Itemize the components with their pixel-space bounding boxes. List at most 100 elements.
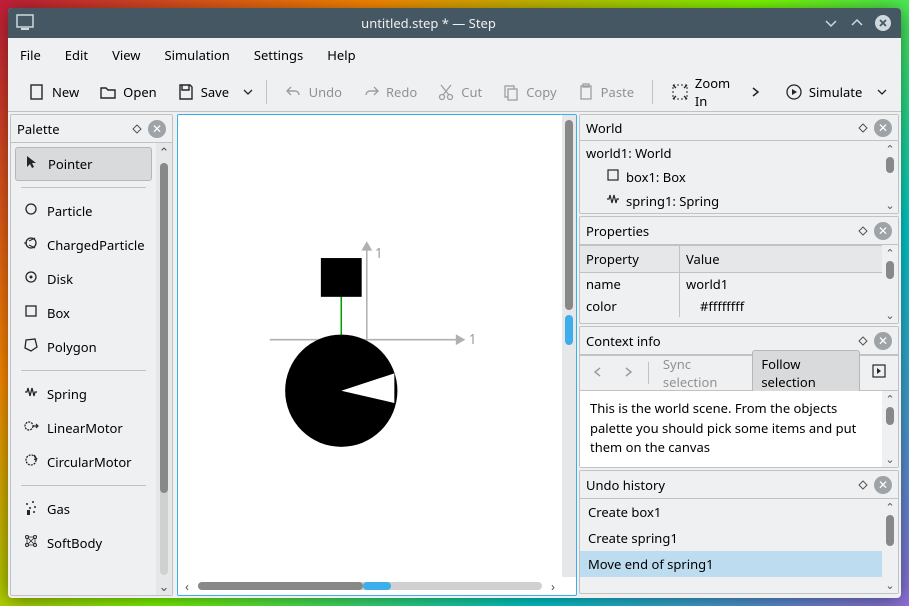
menu-settings[interactable]: Settings: [254, 46, 303, 64]
palette-item-soft-body[interactable]: SoftBody: [15, 526, 152, 560]
scroll-thumb-highlight[interactable]: [565, 315, 573, 345]
menu-view[interactable]: View: [112, 46, 140, 64]
simulate-button[interactable]: Simulate: [777, 79, 870, 105]
panel-close-icon[interactable]: ✕: [874, 222, 892, 240]
scroll-thumb[interactable]: [198, 582, 363, 590]
panel-close-icon[interactable]: ✕: [874, 476, 892, 494]
context-scrollbar[interactable]: ⌃ ⌄: [882, 391, 898, 467]
menu-simulation[interactable]: Simulation: [165, 46, 230, 64]
right-panels: World ✕ world1: World box1: Box spring1:: [579, 114, 899, 596]
panel-float-icon[interactable]: [854, 222, 872, 240]
box-icon: [23, 303, 39, 323]
scroll-left-icon[interactable]: ‹: [178, 577, 196, 595]
scroll-down-icon[interactable]: ⌄: [882, 307, 898, 323]
redo-button[interactable]: Redo: [354, 79, 425, 105]
world-scrollbar[interactable]: ⌃ ⌄: [882, 141, 898, 213]
scroll-thumb[interactable]: [565, 120, 573, 310]
scroll-down-icon[interactable]: ⌄: [882, 197, 898, 213]
undo-item[interactable]: Move end of spring1: [580, 551, 882, 577]
follow-selection-button[interactable]: Follow selection: [752, 350, 860, 396]
palette-item-disk[interactable]: Disk: [15, 262, 152, 296]
save-label: Save: [201, 83, 229, 101]
scroll-up-icon[interactable]: ⌃: [882, 499, 898, 515]
scroll-down-icon[interactable]: ⌄: [882, 577, 898, 593]
menu-help[interactable]: Help: [327, 46, 355, 64]
copy-button[interactable]: Copy: [494, 79, 564, 105]
titlebar[interactable]: untitled.step * — Step: [8, 8, 901, 38]
toolbar-overflow-icon[interactable]: [748, 83, 763, 101]
column-value[interactable]: Value: [680, 246, 882, 272]
property-row[interactable]: color #ffffffff: [580, 295, 882, 317]
canvas-content[interactable]: 1 1: [178, 115, 576, 595]
paste-label: Paste: [601, 83, 634, 101]
sync-selection-button[interactable]: Sync selection: [655, 351, 750, 395]
canvas-vertical-scrollbar[interactable]: [562, 115, 576, 577]
panel-float-icon[interactable]: [128, 120, 146, 138]
scroll-up-icon[interactable]: ⌃: [882, 245, 898, 261]
close-button[interactable]: [873, 13, 893, 33]
palette-header[interactable]: Palette ✕: [11, 115, 172, 143]
property-value[interactable]: #ffffffff: [680, 295, 882, 317]
palette-item-charged-particle[interactable]: ChargedParticle: [15, 228, 152, 262]
context-forward-button[interactable]: [614, 360, 642, 386]
palette-item-gas[interactable]: Gas: [15, 492, 152, 526]
undo-button[interactable]: Undo: [277, 79, 350, 105]
column-property[interactable]: Property: [580, 246, 680, 272]
panel-close-icon[interactable]: ✕: [874, 119, 892, 137]
cut-button[interactable]: Cut: [429, 79, 490, 105]
scroll-up-icon[interactable]: ⌃: [882, 141, 898, 157]
menu-file[interactable]: File: [20, 46, 41, 64]
property-value[interactable]: world1: [680, 273, 882, 295]
panel-float-icon[interactable]: [854, 476, 872, 494]
palette-item-polygon[interactable]: Polygon: [15, 330, 152, 364]
palette-item-particle[interactable]: Particle: [15, 194, 152, 228]
properties-scrollbar[interactable]: ⌃ ⌄: [882, 245, 898, 323]
palette-item-circular-motor[interactable]: CircularMotor: [15, 445, 152, 479]
minimize-button[interactable]: [821, 13, 841, 33]
palette-item-box[interactable]: Box: [15, 296, 152, 330]
undo-header[interactable]: Undo history ✕: [580, 471, 898, 499]
tree-item-spring[interactable]: spring1: Spring: [580, 189, 882, 213]
disk-object[interactable]: [285, 335, 397, 447]
scroll-thumb-highlight[interactable]: [363, 582, 391, 590]
box-object[interactable]: [321, 258, 362, 297]
palette-item-linear-motor[interactable]: LinearMotor: [15, 411, 152, 445]
tree-item-box[interactable]: box1: Box: [580, 165, 882, 189]
scroll-down-icon[interactable]: ⌄: [156, 577, 172, 595]
canvas-horizontal-scrollbar[interactable]: ‹ ›: [178, 577, 562, 595]
panel-close-icon[interactable]: ✕: [874, 332, 892, 350]
canvas[interactable]: 1 1 ‹: [177, 114, 577, 596]
panel-close-icon[interactable]: ✕: [148, 120, 166, 138]
context-execute-button[interactable]: [864, 360, 894, 386]
menu-edit[interactable]: Edit: [65, 46, 88, 64]
scroll-up-icon[interactable]: ⌃: [882, 391, 898, 407]
scroll-thumb[interactable]: [160, 163, 168, 493]
save-dropdown-icon[interactable]: [241, 83, 256, 101]
undo-item[interactable]: Create spring1: [580, 525, 882, 551]
undo-scrollbar[interactable]: ⌃ ⌄: [882, 499, 898, 593]
scroll-right-icon[interactable]: ›: [544, 577, 562, 595]
panel-float-icon[interactable]: [854, 119, 872, 137]
undo-item[interactable]: Create box1: [580, 499, 882, 525]
save-button[interactable]: Save: [169, 79, 237, 105]
scroll-up-icon[interactable]: ⌃: [156, 143, 172, 161]
palette-label: SoftBody: [47, 534, 102, 552]
new-button[interactable]: New: [20, 79, 87, 105]
world-panel: World ✕ world1: World box1: Box spring1:: [579, 114, 899, 214]
scroll-down-icon[interactable]: ⌄: [882, 451, 898, 467]
palette-item-spring[interactable]: Spring: [15, 377, 152, 411]
world-header[interactable]: World ✕: [580, 115, 898, 141]
simulate-dropdown-icon[interactable]: [874, 83, 889, 101]
tree-item-world[interactable]: world1: World: [580, 141, 882, 165]
open-button[interactable]: Open: [91, 79, 165, 105]
zoom-in-button[interactable]: Zoom In: [663, 70, 740, 114]
maximize-button[interactable]: [847, 13, 867, 33]
undo-icon: [285, 83, 303, 101]
panel-float-icon[interactable]: [854, 332, 872, 350]
context-back-button[interactable]: [584, 360, 612, 386]
palette-item-pointer[interactable]: Pointer: [15, 147, 152, 181]
property-row[interactable]: name world1: [580, 273, 882, 295]
properties-header[interactable]: Properties ✕: [580, 217, 898, 245]
paste-button[interactable]: Paste: [569, 79, 642, 105]
palette-scrollbar[interactable]: ⌃ ⌄: [156, 143, 172, 595]
